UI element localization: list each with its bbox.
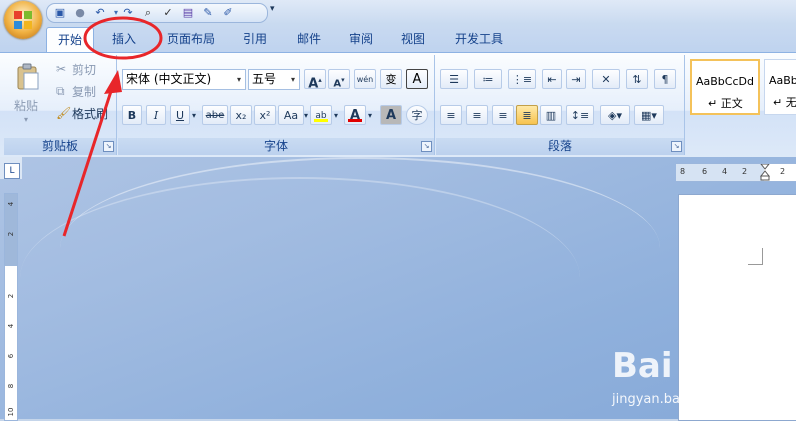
watermark-brand-suffix: 经验 — [706, 358, 754, 386]
arrowhead-icon — [104, 70, 122, 94]
annotation-arrow — [62, 81, 116, 237]
office-logo-icon — [14, 11, 32, 29]
watermark-brand: Bai — [612, 346, 673, 386]
watermark-url: jingyan.baidu.com — [612, 392, 732, 407]
highlight-circle — [83, 16, 163, 60]
baidu-watermark: Bai 经验 jingyan.baidu.com — [612, 346, 796, 416]
paw-icon — [678, 350, 702, 378]
office-button[interactable] — [4, 1, 42, 39]
